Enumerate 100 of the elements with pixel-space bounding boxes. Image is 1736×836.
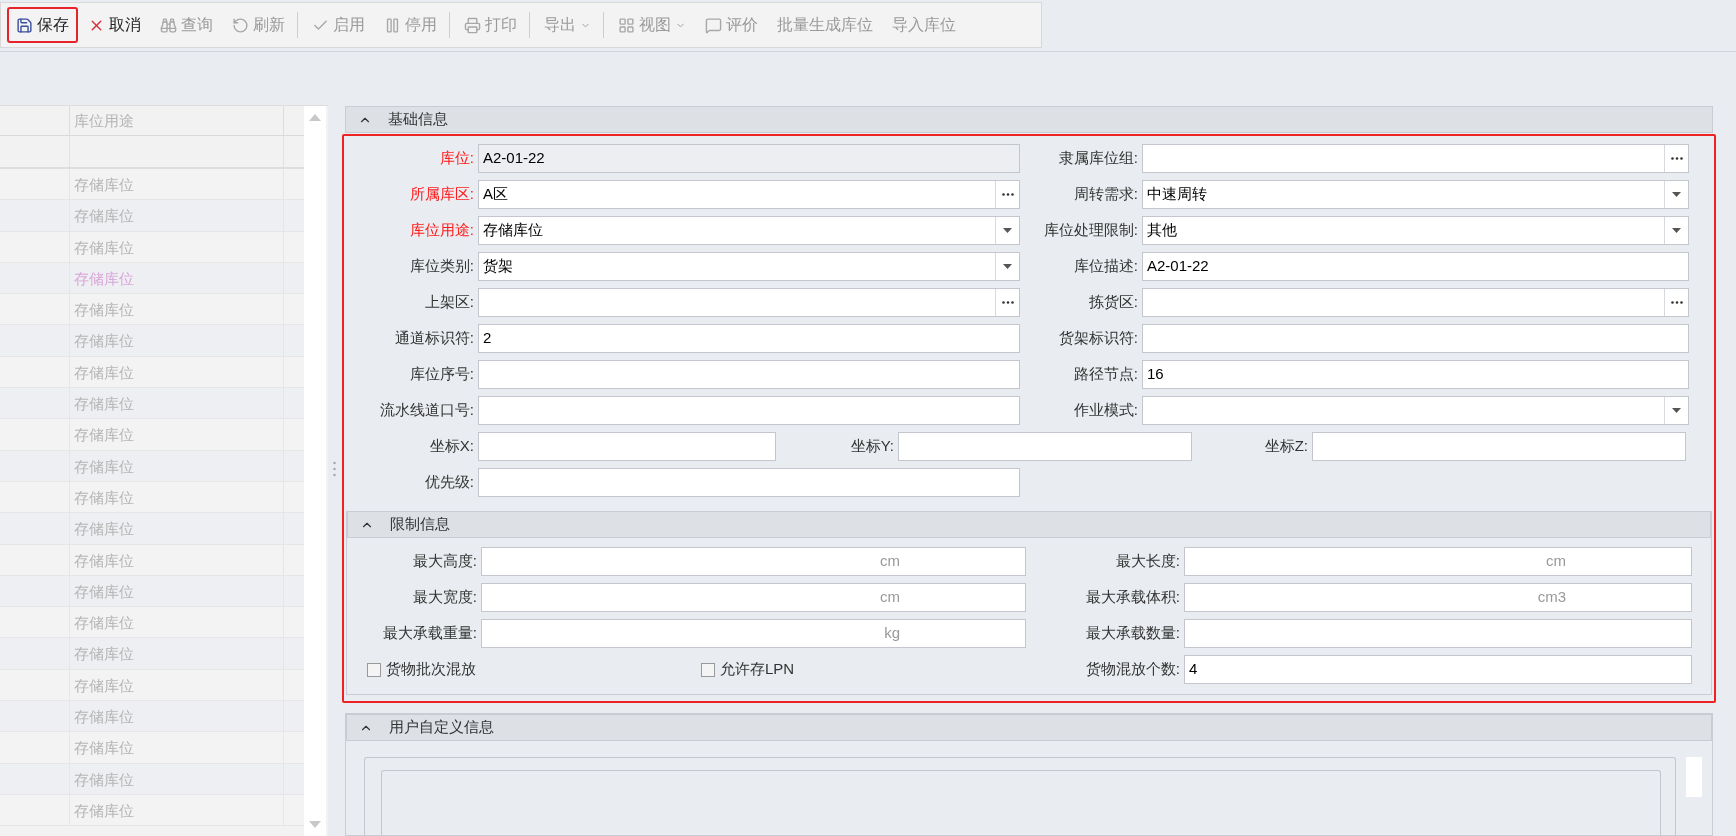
section-header[interactable]: 基础信息 [345, 106, 1713, 133]
input-field[interactable] [1184, 619, 1692, 648]
grid-row[interactable]: 存储库位 [0, 169, 304, 201]
grid-row[interactable]: 存储库位 [0, 481, 304, 514]
grid-row[interactable]: 存储库位 [0, 763, 304, 795]
grid-row[interactable]: 存储库位 [0, 732, 304, 764]
input-field[interactable] [1312, 432, 1686, 461]
input-field[interactable] [478, 468, 1020, 497]
field-label: 最大承载数量: [1084, 623, 1180, 644]
grid-row[interactable]: 存储库位 [0, 231, 304, 263]
unit-label: cm3 [1537, 587, 1566, 608]
grid-row[interactable]: 存储库位 [0, 450, 304, 482]
field-label: 上架区: [423, 292, 474, 313]
table-cell: 存储库位 [70, 294, 284, 325]
field-label: 货架标识符: [1057, 328, 1138, 349]
grid-row[interactable]: 存储库位 [0, 794, 304, 827]
printer-icon [464, 16, 481, 34]
input-field[interactable]: cm3 [1184, 583, 1692, 612]
ellipsis-icon [1001, 193, 1014, 196]
table-cell: 存储库位 [70, 544, 284, 575]
field-value: 2 [482, 328, 493, 349]
input-field[interactable] [478, 396, 1020, 425]
section-title: 基础信息 [388, 109, 448, 130]
checkbox[interactable] [367, 662, 381, 677]
field-label: 流水线道口号: [378, 400, 474, 421]
dropdown-field[interactable]: 货架 [478, 252, 1020, 281]
input-field[interactable]: cm [1184, 547, 1692, 576]
table-cell: 存储库位 [70, 669, 284, 701]
dropdown-field[interactable]: 其他 [1142, 216, 1689, 245]
grid-row[interactable]: 存储库位 [0, 200, 304, 232]
grid-row[interactable]: 存储库位 [0, 544, 304, 576]
input-field[interactable]: cm [481, 547, 1026, 576]
field-label: 库位: [438, 148, 474, 169]
field-label: 坐标Z: [1263, 436, 1308, 457]
grid-row[interactable]: 存储库位 [0, 388, 304, 420]
input-field[interactable]: 16 [1142, 360, 1689, 389]
input-field[interactable]: A2-01-22 [478, 144, 1020, 173]
input-field[interactable] [1142, 288, 1689, 317]
toolbar-button[interactable]: 保存 [7, 7, 78, 43]
column-header[interactable]: 库位用途 [70, 106, 284, 135]
input-field[interactable]: A2-01-22 [1142, 252, 1689, 281]
field-label: 作业模式: [1072, 400, 1138, 421]
input-field[interactable] [1142, 144, 1689, 173]
field-value: 其他 [1146, 220, 1178, 241]
field-value: 存储库位 [482, 220, 544, 241]
table-cell: 存储库位 [70, 419, 284, 450]
table-cell: 存储库位 [70, 262, 284, 294]
table-cell: 存储库位 [70, 388, 284, 419]
input-field[interactable] [898, 432, 1192, 461]
scrollbar[interactable] [304, 106, 326, 836]
input-field[interactable]: 4 [1184, 655, 1692, 684]
checkbox[interactable] [701, 662, 715, 677]
grid-row[interactable]: 存储库位 [0, 575, 304, 608]
table-cell: 存储库位 [70, 732, 284, 763]
grid-row[interactable]: 存储库位 [0, 513, 304, 545]
field-value: 中速周转 [1146, 184, 1208, 205]
grid-row[interactable]: 存储库位 [0, 638, 304, 670]
field-value: 货架 [482, 256, 514, 277]
field-label: 货物混放个数: [1084, 659, 1180, 680]
field-label: 库位类别: [408, 256, 474, 277]
section-header[interactable]: 用户自定义信息 [346, 714, 1712, 741]
field-label: 最大承载重量: [381, 623, 477, 644]
grid-row[interactable]: 存储库位 [0, 325, 304, 357]
field-label: 拣货区: [1087, 292, 1138, 313]
table-cell: 存储库位 [70, 356, 284, 388]
input-field[interactable]: kg [481, 619, 1026, 648]
scroll-up-icon [309, 114, 321, 121]
grid-row[interactable]: 存储库位 [0, 669, 304, 702]
toolbar-button[interactable]: 取消 [79, 7, 150, 43]
table-cell: 存储库位 [70, 763, 284, 794]
unit-label: kg [884, 623, 900, 644]
input-field[interactable] [1142, 324, 1689, 353]
field-value: A区 [482, 184, 509, 205]
table-cell: 存储库位 [70, 481, 284, 513]
grid-row[interactable]: 存储库位 [0, 356, 304, 389]
field-label: 坐标Y: [849, 436, 894, 457]
input-field[interactable]: cm [481, 583, 1026, 612]
ellipsis-icon [1670, 301, 1683, 304]
input-field[interactable] [478, 288, 1020, 317]
input-field[interactable]: A区 [478, 180, 1020, 209]
input-field[interactable] [478, 432, 776, 461]
grid-row[interactable]: 存储库位 [0, 607, 304, 639]
input-field[interactable]: 2 [478, 324, 1020, 353]
input-field[interactable] [478, 360, 1020, 389]
unit-label: cm [880, 551, 900, 572]
grid-row[interactable]: 存储库位 [0, 419, 304, 451]
field-label: 路径节点: [1072, 364, 1138, 385]
grid-row[interactable]: 存储库位 [0, 294, 304, 326]
grid-icon [618, 16, 635, 34]
field-label: 所属库区: [408, 184, 474, 205]
field-label: 库位处理限制: [1042, 220, 1138, 241]
table-cell: 存储库位 [70, 794, 284, 826]
grid-row[interactable]: 存储库位 [0, 701, 304, 733]
dropdown-field[interactable]: 存储库位 [478, 216, 1020, 245]
dropdown-field[interactable]: 中速周转 [1142, 180, 1689, 209]
undo-icon [232, 16, 249, 34]
grid-row[interactable]: 存储库位 [0, 262, 304, 295]
section-header[interactable]: 限制信息 [347, 511, 1711, 538]
splitter-grip-icon[interactable] [332, 460, 336, 477]
dropdown-field[interactable] [1142, 396, 1689, 425]
